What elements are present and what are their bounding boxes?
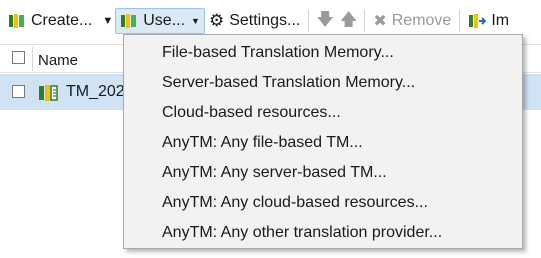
settings-button[interactable]: ⚙ Settings... xyxy=(205,8,304,34)
use-label: Use... xyxy=(143,12,186,29)
move-down-button[interactable]: 🡇 xyxy=(313,8,336,34)
remove-label: Remove xyxy=(391,12,452,29)
use-dropdown-menu: File-based Translation Memory... Server-… xyxy=(123,34,523,249)
translation-memory-icon xyxy=(120,12,138,30)
translation-memory-icon xyxy=(8,12,26,30)
name-column-header[interactable]: Name xyxy=(38,52,78,69)
create-button[interactable]: Create... xyxy=(4,8,96,34)
menu-item-anytm-cloud-based[interactable]: AnyTM: Any cloud-based resources... xyxy=(162,191,512,215)
create-dropdown-button[interactable]: ▼ xyxy=(96,8,115,34)
import-label: Im xyxy=(491,12,510,29)
row-checkbox[interactable] xyxy=(12,85,25,98)
menu-item-anytm-other-provider[interactable]: AnyTM: Any other translation provider... xyxy=(162,221,512,245)
translation-memory-icon xyxy=(38,83,60,108)
menu-item-server-based-tm[interactable]: Server-based Translation Memory... xyxy=(162,71,512,95)
use-button[interactable]: Use... ▼ xyxy=(115,8,205,34)
arrow-down-icon: 🡇 xyxy=(316,9,334,29)
remove-button[interactable]: ✖ Remove xyxy=(369,8,455,34)
toolbar-separator xyxy=(308,10,310,32)
menu-item-file-based-tm[interactable]: File-based Translation Memory... xyxy=(162,41,512,65)
arrow-up-icon: 🡅 xyxy=(339,9,358,29)
toolbar-separator xyxy=(364,10,366,32)
settings-label: Settings... xyxy=(229,12,301,29)
gear-icon: ⚙ xyxy=(208,11,225,30)
create-label: Create... xyxy=(31,12,93,29)
menu-item-cloud-based-resources[interactable]: Cloud-based resources... xyxy=(162,101,512,125)
remove-x-icon: ✖ xyxy=(373,13,387,30)
select-all-checkbox[interactable] xyxy=(12,51,25,64)
menu-item-anytm-server-based[interactable]: AnyTM: Any server-based TM... xyxy=(162,161,512,185)
menu-item-anytm-file-based[interactable]: AnyTM: Any file-based TM... xyxy=(162,131,512,155)
move-up-button[interactable]: 🡅 xyxy=(337,8,360,34)
row-name: TM_202 xyxy=(66,83,125,100)
toolbar-separator xyxy=(459,10,461,32)
column-divider[interactable] xyxy=(32,47,33,71)
dropdown-arrow-icon: ▼ xyxy=(191,16,200,26)
import-button[interactable]: Im xyxy=(464,8,513,34)
import-icon xyxy=(468,12,487,30)
dropdown-arrow-icon: ▼ xyxy=(102,15,114,27)
